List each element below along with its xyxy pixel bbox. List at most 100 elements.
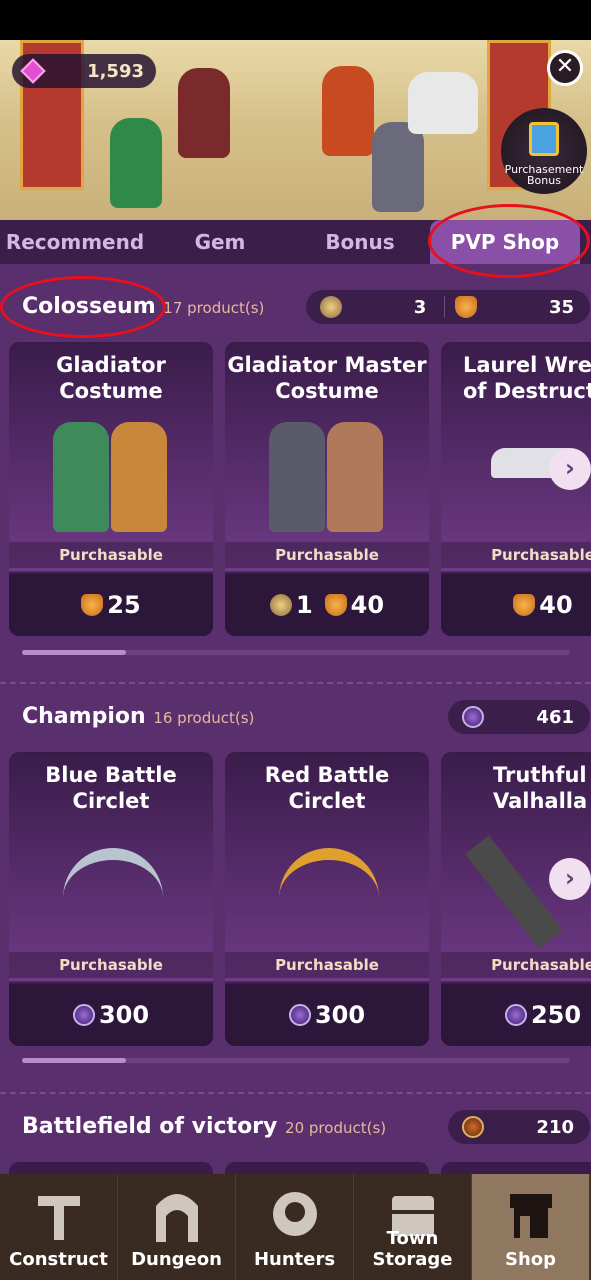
blue-circlet-art (63, 848, 163, 898)
shield-medal-icon (513, 594, 536, 616)
gem-balance: 1,593 (12, 54, 156, 88)
shop-tabs: Recommend Gem Bonus PVP Shop (0, 220, 591, 264)
hammer-icon (34, 1186, 84, 1242)
product-card[interactable]: Gladiator Master Costume Purchasable 1 4… (225, 342, 429, 636)
shop-banner: 1,593 ✕ Purchasement Bonus (0, 40, 591, 220)
hero-sprite (372, 122, 424, 212)
price-value: 1 (295, 591, 313, 619)
shop-screen: 1,593 ✕ Purchasement Bonus Recommend Gem… (0, 40, 591, 1280)
shield-medal-icon (455, 296, 478, 318)
currency-divider (444, 296, 446, 318)
gladiator-costume-art (49, 422, 173, 532)
colosseum-scrollbar[interactable] (22, 650, 570, 655)
product-name: Gladiator Costume (56, 353, 166, 403)
nav-shop[interactable]: Shop (472, 1174, 590, 1280)
bottom-navigation: Construct Dungeon Hunters Town Storage S… (0, 1174, 591, 1280)
product-status: Purchasable (441, 952, 591, 978)
gift-icon (529, 122, 559, 156)
product-status: Purchasable (9, 542, 213, 568)
scroll-thumb[interactable] (22, 1058, 126, 1063)
section-title-battlefield: Battlefield of victory 20 product(s) (22, 1114, 386, 1139)
product-status: Purchasable (9, 952, 213, 978)
crest-icon (270, 1186, 320, 1242)
product-name: Red Battle Circlet (264, 763, 390, 813)
shield-medal-icon (324, 594, 347, 616)
sprite-figure (111, 422, 167, 532)
product-status: Purchasable (225, 542, 429, 568)
battlefield-currency-bar: 210 (448, 1110, 590, 1144)
product-name: Laurel Wreath of Destruction (463, 353, 591, 403)
next-arrow-button[interactable]: › (549, 448, 591, 490)
gem-icon (20, 58, 46, 84)
price-value: 25 (107, 591, 141, 619)
tab-bonus[interactable]: Bonus (290, 220, 430, 264)
next-arrow-button[interactable]: › (549, 858, 591, 900)
colosseum-currency-bar: 3 35 (306, 290, 590, 324)
product-card[interactable]: Blue Battle Circlet Purchasable 300 (9, 752, 213, 1046)
close-button[interactable]: ✕ (547, 50, 583, 86)
price-value: 40 (539, 591, 573, 619)
sprite-figure (269, 422, 325, 532)
price-value: 300 (98, 1001, 150, 1029)
valhalla-sword-art (465, 835, 563, 949)
section-title-champion: Champion 16 product(s) (22, 704, 254, 729)
sprite-figure (327, 422, 383, 532)
champion-medal-icon (504, 1004, 527, 1026)
nav-hunters[interactable]: Hunters (236, 1174, 354, 1280)
price-value: 40 (350, 591, 385, 619)
product-price: 300 (225, 984, 429, 1046)
product-card[interactable]: Gladiator Costume Purchasable 25 (9, 342, 213, 636)
nav-construct[interactable]: Construct (0, 1174, 118, 1280)
product-name: Truthful Valhalla (493, 763, 588, 813)
price-value: 300 (314, 1001, 366, 1029)
champion-currency-bar: 461 (448, 700, 590, 734)
product-status: Purchasable (225, 952, 429, 978)
section-count: 17 product(s) (163, 299, 265, 317)
hero-sprite (178, 68, 230, 158)
product-name: Blue Battle Circlet (45, 763, 177, 813)
section-title-colosseum: Colosseum 17 product(s) (22, 294, 264, 319)
nav-label: Town Storage (372, 1228, 453, 1270)
section-divider (0, 682, 591, 684)
nav-label: Dungeon (131, 1249, 222, 1270)
section-title-text: Champion (22, 704, 146, 729)
victory-badge-count: 210 (536, 1116, 574, 1138)
champion-medal-count: 461 (536, 706, 574, 728)
wing-medal-icon (320, 296, 342, 318)
shield-medal-count: 35 (548, 296, 574, 318)
nav-dungeon[interactable]: Dungeon (118, 1174, 236, 1280)
nav-label: Hunters (253, 1249, 336, 1270)
wing-medal-count: 3 (413, 296, 427, 318)
nav-town-storage[interactable]: Town Storage (354, 1174, 472, 1280)
champion-scrollbar[interactable] (22, 1058, 570, 1063)
product-status: Purchasable (441, 542, 591, 568)
product-price: 300 (9, 984, 213, 1046)
hero-sprite (322, 66, 374, 156)
purchasement-bonus-button[interactable]: Purchasement Bonus (501, 108, 587, 194)
section-divider (0, 1092, 591, 1094)
champion-medal-icon (462, 706, 484, 728)
gem-amount: 1,593 (87, 60, 144, 82)
purchasement-bonus-label: Purchasement Bonus (504, 163, 584, 187)
nav-label: Construct (9, 1249, 108, 1270)
wing-medal-icon (269, 594, 292, 616)
product-card[interactable]: Red Battle Circlet Purchasable 300 (225, 752, 429, 1046)
sprite-figure (53, 422, 109, 532)
section-title-text: Colosseum (22, 294, 156, 319)
tab-pvp-shop[interactable]: PVP Shop (430, 220, 580, 264)
section-count: 20 product(s) (285, 1119, 387, 1137)
shop-icon (506, 1186, 556, 1242)
product-price: 250 (441, 984, 591, 1046)
tiger-sprite (408, 72, 478, 134)
champion-medal-icon (288, 1004, 311, 1026)
gladiator-master-costume-art (265, 422, 389, 532)
product-price: 40 (441, 574, 591, 636)
tab-recommend[interactable]: Recommend (0, 220, 150, 264)
product-name: Gladiator Master Costume (227, 353, 427, 403)
hero-sprite (110, 118, 162, 208)
section-count: 16 product(s) (153, 709, 255, 727)
scroll-thumb[interactable] (22, 650, 126, 655)
tab-gem[interactable]: Gem (150, 220, 290, 264)
gate-icon (152, 1186, 202, 1242)
nav-label: Shop (504, 1249, 557, 1270)
